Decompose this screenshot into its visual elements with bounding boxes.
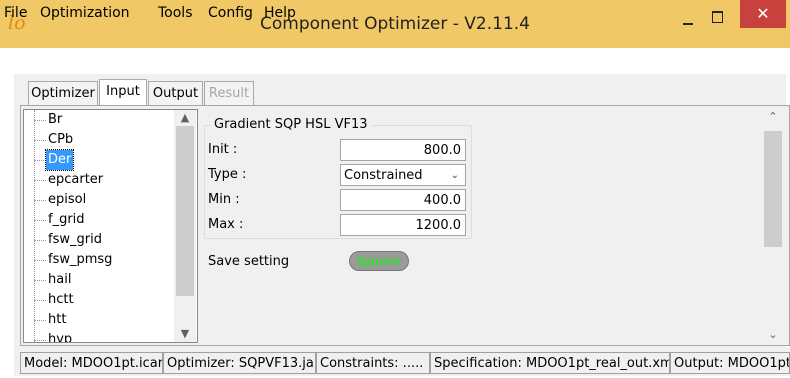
type-select[interactable]: Constrained ⌄ (340, 164, 466, 186)
max-input[interactable]: 1200.0 (340, 214, 466, 236)
tree-item-episol[interactable]: episol (46, 190, 88, 210)
scroll-down-icon[interactable]: ▼ (174, 326, 196, 342)
scroll-up-icon[interactable]: ⌃ (762, 109, 784, 125)
tree-item-br[interactable]: Br (46, 110, 64, 130)
tree-branch (34, 280, 46, 281)
tree-item-htt[interactable]: htt (46, 310, 68, 330)
tab-optimizer[interactable]: Optimizer (28, 81, 98, 105)
max-label: Max : (208, 217, 244, 232)
tree-item-cpb[interactable]: CPb (46, 130, 75, 150)
tree-branch (34, 340, 46, 341)
status-output: Output: MDOO1pt (670, 352, 790, 374)
maximize-button[interactable] (705, 6, 731, 30)
component-tree[interactable]: Br CPb Der epcarter episol f_grid fsw_gr… (23, 109, 198, 343)
group-title: Gradient SQP HSL VF13 (211, 117, 371, 132)
close-button[interactable]: ✕ (740, 0, 786, 28)
tree-item-f-grid[interactable]: f_grid (46, 210, 87, 230)
tree-item-hail[interactable]: hail (46, 270, 73, 290)
menu-bar (0, 48, 790, 74)
status-constraints: Constraints: ..... (316, 352, 430, 374)
tree-branch (34, 200, 46, 201)
tree-branch (34, 140, 46, 141)
tree-scrollbar[interactable]: ▲ ▼ (174, 110, 196, 342)
menu-optimization[interactable]: Optimization (40, 0, 130, 26)
scroll-thumb[interactable] (764, 131, 782, 247)
status-model: Model: MDOO1pt.icar (20, 352, 163, 374)
tree-branch (34, 240, 46, 241)
menu-config[interactable]: Config (208, 0, 253, 26)
tree-branch (34, 180, 46, 181)
menu-tools[interactable]: Tools (158, 0, 193, 26)
save-setting-label: Save setting (208, 254, 290, 269)
tree-branch (34, 320, 46, 321)
type-label: Type : (208, 167, 247, 182)
min-label: Min : (208, 192, 240, 207)
settings-scrollbar[interactable]: ⌃ ⌄ (762, 109, 784, 343)
chevron-down-icon: ⌄ (450, 170, 459, 181)
tree-item-epcarter[interactable]: epcarter (46, 170, 105, 190)
status-specification: Specification: MDOO1pt_real_out.xml (430, 352, 670, 374)
tab-output[interactable]: Output (148, 81, 203, 105)
init-input[interactable]: 800.0 (340, 139, 466, 161)
tab-result: Result (204, 81, 254, 105)
menu-file[interactable]: File (4, 0, 27, 26)
scroll-down-icon[interactable]: ⌄ (762, 327, 784, 343)
scroll-up-icon[interactable]: ▲ (174, 110, 196, 126)
tree-branch (34, 220, 46, 221)
tree-item-fsw-grid[interactable]: fsw_grid (46, 230, 104, 250)
menu-help[interactable]: Help (264, 0, 296, 26)
tree-item-fsw-pmsg[interactable]: fsw_pmsg (46, 250, 114, 270)
tab-input[interactable]: Input (99, 79, 147, 106)
ignore-toggle[interactable]: Ignore (349, 251, 409, 271)
scroll-thumb[interactable] (176, 126, 194, 296)
tree-branch (34, 120, 46, 121)
tree-branch (34, 300, 46, 301)
status-optimizer: Optimizer: SQPVF13.jar (163, 352, 316, 374)
tree-branch (34, 160, 46, 161)
tree-branch (34, 260, 46, 261)
tree-item-hctt[interactable]: hctt (46, 290, 76, 310)
tree-item-hyp[interactable]: hyp (46, 330, 74, 342)
tree-guide-line (34, 110, 36, 342)
type-select-value: Constrained (344, 168, 423, 183)
minimize-button[interactable] (675, 6, 701, 30)
min-input[interactable]: 400.0 (340, 189, 466, 211)
init-label: Init : (208, 142, 238, 157)
tree-item-der[interactable]: Der (44, 149, 75, 171)
